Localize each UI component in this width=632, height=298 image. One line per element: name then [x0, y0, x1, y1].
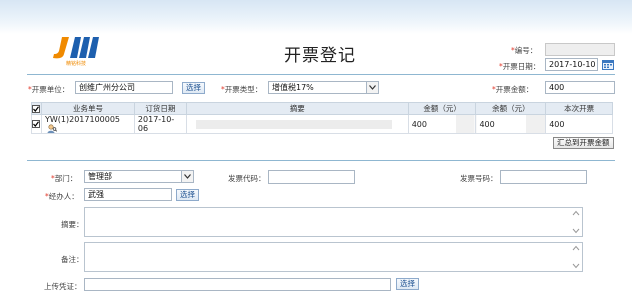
header-order-no: 业务单号	[40, 102, 135, 115]
header-select-all[interactable]	[31, 102, 42, 115]
type-select-value: 增值税17%	[272, 83, 314, 92]
order-no-cell: YW(1)2017100005	[40, 114, 135, 134]
dept-label: *部门：	[51, 174, 78, 183]
type-select[interactable]: 增值税17%	[268, 81, 379, 94]
amount-value: 400	[411, 119, 427, 129]
remark-label: 备注：	[61, 255, 84, 264]
balance-value: 400	[479, 119, 495, 129]
header-this-invoice: 本次开票	[545, 102, 613, 115]
dept-select[interactable]: 管理部	[84, 170, 194, 183]
chevron-down-icon[interactable]	[366, 82, 378, 93]
checkbox-icon	[32, 105, 41, 113]
scroll-down-icon[interactable]	[572, 228, 580, 234]
row-checkbox[interactable]	[31, 114, 42, 134]
summarize-to-amount-button[interactable]: 汇总到开票金额	[553, 137, 614, 149]
upload-field[interactable]	[84, 278, 391, 291]
handler-field[interactable]: 武强	[84, 188, 172, 201]
invoice-date-label: *开票日期：	[499, 62, 541, 71]
summary-field[interactable]	[195, 119, 392, 129]
unit-label: *开票单位：	[28, 85, 70, 94]
amount-label: *开票金额：	[492, 85, 534, 94]
unit-select-button[interactable]: 选择	[182, 82, 205, 94]
amount-cell[interactable]: 400	[407, 114, 477, 134]
table-header-row: 业务单号 订货日期 摘要 金额（元） 余额（元） 本次开票	[31, 102, 613, 115]
header-summary: 摘要	[185, 102, 409, 115]
amount-field[interactable]: 400	[545, 81, 615, 94]
header-balance: 余额（元）	[475, 102, 547, 115]
this-invoice-value: 400	[549, 119, 565, 129]
checkbox-icon	[32, 120, 41, 128]
invoice-code-field[interactable]	[268, 170, 355, 184]
summary-cell[interactable]	[185, 114, 409, 134]
invoice-no-label: 发票号码：	[460, 174, 498, 183]
user-search-icon[interactable]	[47, 124, 57, 133]
remark-textarea[interactable]	[84, 242, 583, 272]
upload-label: 上传凭证：	[44, 282, 82, 291]
upload-select-button[interactable]: 选择	[396, 278, 419, 290]
order-table: 业务单号 订货日期 摘要 金额（元） 余额（元） 本次开票 YW(1)20171…	[31, 102, 613, 134]
header-order-date: 订货日期	[133, 102, 187, 115]
handler-select-button[interactable]: 选择	[176, 189, 199, 201]
divider-bottom	[27, 160, 615, 161]
scroll-up-icon[interactable]	[572, 210, 580, 216]
divider-top	[27, 74, 615, 75]
logo-subtitle: 精铭科技	[66, 61, 87, 67]
unit-field[interactable]: 创维广州分公司	[75, 81, 173, 94]
page-title: 开票登记	[284, 46, 356, 66]
invoice-no-field[interactable]	[500, 170, 587, 184]
logo-mark-icon	[53, 37, 99, 59]
dept-select-value: 管理部	[88, 172, 112, 181]
table-row[interactable]: YW(1)2017100005 2017-10-06 400 400 400	[31, 114, 613, 134]
scroll-down-icon[interactable]	[572, 263, 580, 269]
handler-label: *经办人：	[45, 192, 79, 201]
number-label: *编号：	[511, 46, 538, 55]
order-no: YW(1)2017100005	[44, 115, 121, 124]
invoice-code-label: 发票代码：	[228, 174, 266, 183]
summary-label: 摘要：	[61, 220, 84, 229]
chevron-down-icon[interactable]	[181, 171, 193, 182]
summary-textarea[interactable]	[84, 207, 583, 237]
header-amount: 金额（元）	[407, 102, 477, 115]
type-label: *开票类型：	[221, 85, 263, 94]
this-invoice-cell[interactable]: 400	[545, 114, 613, 134]
balance-cell: 400	[475, 114, 547, 134]
company-logo: 精铭科技	[50, 36, 102, 67]
order-date: 2017-10-06	[133, 114, 187, 134]
invoice-date-field[interactable]: 2017-10-10	[545, 58, 598, 71]
number-field[interactable]	[545, 43, 615, 56]
scroll-up-icon[interactable]	[572, 245, 580, 251]
calendar-icon[interactable]	[602, 59, 614, 70]
